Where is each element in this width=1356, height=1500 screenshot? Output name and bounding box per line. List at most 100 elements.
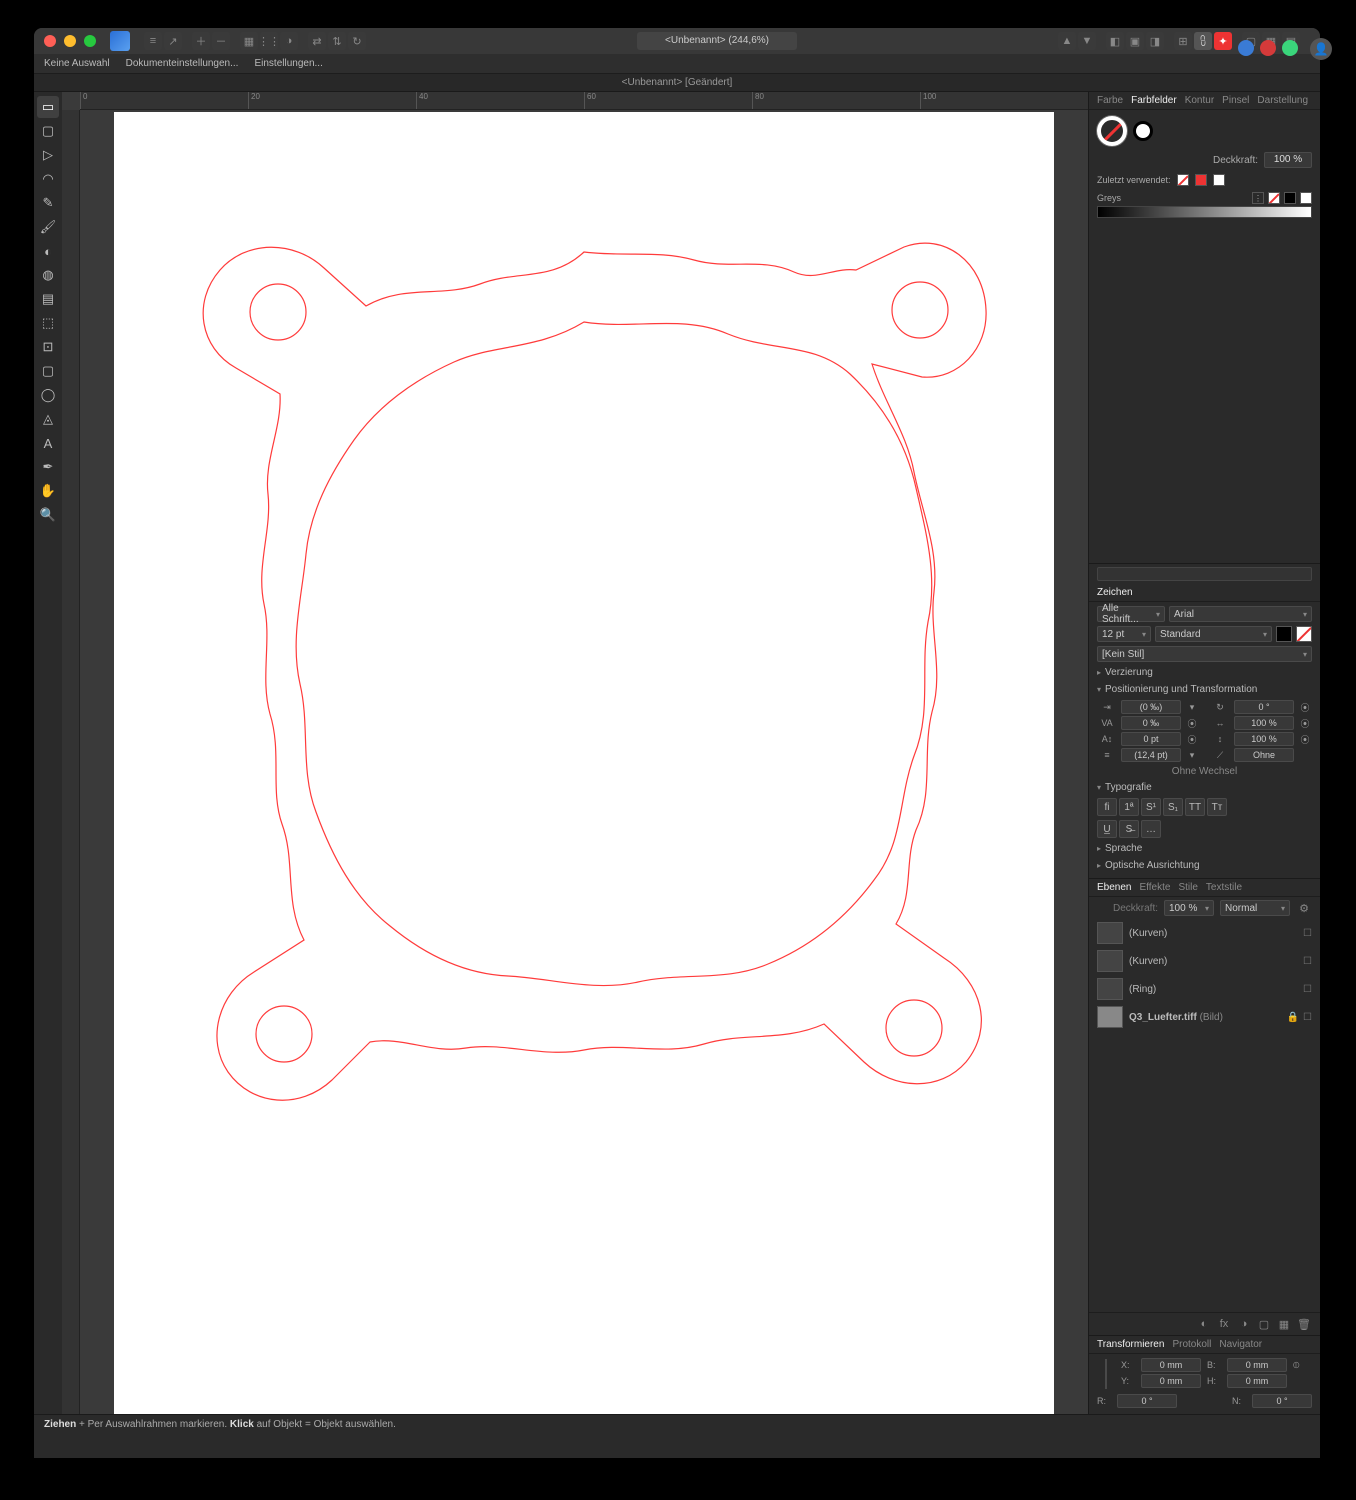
smallcaps-button[interactable]: Tᴛ: [1207, 798, 1227, 816]
polygon-tool-icon[interactable]: ◬: [37, 408, 59, 430]
file-menu-icon[interactable]: ≡: [144, 32, 162, 50]
font-family-select[interactable]: Arial: [1169, 606, 1312, 622]
tab-farbe[interactable]: Farbe: [1097, 95, 1123, 106]
distribute-icon[interactable]: ⋮⋮: [260, 32, 278, 50]
cloud-ok-icon[interactable]: [1282, 40, 1298, 56]
superscript-button[interactable]: S¹: [1141, 798, 1161, 816]
text-tool-icon[interactable]: A: [37, 432, 59, 454]
mask-icon[interactable]: ◐: [1196, 1316, 1212, 1332]
node-tool-icon[interactable]: ▷: [37, 144, 59, 166]
ligature-button[interactable]: fi: [1097, 798, 1117, 816]
layer-opacity-field[interactable]: 100 %: [1164, 900, 1214, 916]
swatch-none-global[interactable]: [1268, 192, 1280, 204]
kerning-field[interactable]: 0 ‰: [1121, 716, 1181, 730]
context-doc-settings[interactable]: Dokumenteinstellungen...: [126, 58, 239, 69]
cloud-icon[interactable]: [1238, 40, 1254, 56]
align-right-icon[interactable]: ◨: [1146, 32, 1164, 50]
tab-effekte[interactable]: Effekte: [1139, 882, 1170, 893]
move-tool-icon[interactable]: ▭: [37, 96, 59, 118]
corner-tool-icon[interactable]: ◠: [37, 168, 59, 190]
layer-row[interactable]: (Ring) ☐: [1089, 975, 1320, 1003]
maximize-icon[interactable]: [84, 35, 96, 47]
delete-layer-icon[interactable]: 🗑: [1296, 1316, 1312, 1332]
hscale-field[interactable]: 100 %: [1234, 716, 1294, 730]
rotate-field[interactable]: 0 °: [1234, 700, 1294, 714]
text-bg-well[interactable]: [1296, 626, 1312, 642]
tracking-field[interactable]: (0 ‰): [1121, 700, 1181, 714]
rotate-icon[interactable]: ↻: [348, 32, 366, 50]
context-preferences[interactable]: Einstellungen...: [254, 58, 322, 69]
fill-color-well[interactable]: [1097, 116, 1127, 146]
transparency-tool-icon[interactable]: ▤: [37, 288, 59, 310]
subscript-button[interactable]: S₁: [1163, 798, 1183, 816]
x-field[interactable]: 0 mm: [1141, 1358, 1201, 1372]
document-title[interactable]: <Unbenannt> (244,6%): [637, 32, 797, 50]
place-tool-icon[interactable]: ⬚: [37, 312, 59, 334]
add-icon[interactable]: ＋: [192, 32, 210, 50]
snap-icon[interactable]: ⊞: [1174, 32, 1192, 50]
font-style-select[interactable]: Standard: [1155, 626, 1272, 642]
visibility-icon[interactable]: ☐: [1303, 928, 1312, 939]
snap-settings-icon[interactable]: ✦: [1214, 32, 1232, 50]
vscale-field[interactable]: 100 %: [1234, 732, 1294, 746]
shear-field[interactable]: Ohne: [1234, 748, 1294, 762]
recent-swatch-white[interactable]: [1213, 174, 1225, 186]
visibility-icon[interactable]: ☐: [1303, 1012, 1312, 1023]
layer-row[interactable]: (Kurven) ☐: [1089, 919, 1320, 947]
visibility-icon[interactable]: ☐: [1303, 984, 1312, 995]
pencil-tool-icon[interactable]: ✎: [37, 192, 59, 214]
font-filter[interactable]: Alle Schrift...: [1097, 606, 1165, 622]
section-language[interactable]: Sprache: [1089, 840, 1320, 857]
recent-swatch-red[interactable]: [1195, 174, 1207, 186]
document-tab[interactable]: <Unbenannt> [Geändert]: [42, 77, 1312, 88]
font-size-field[interactable]: 12 pt: [1097, 626, 1151, 642]
minimize-icon[interactable]: [64, 35, 76, 47]
ordinal-button[interactable]: 1ª: [1119, 798, 1139, 816]
artboard-tool-icon[interactable]: ▢: [37, 120, 59, 142]
w-field[interactable]: 0 mm: [1227, 1358, 1287, 1372]
tab-navigator[interactable]: Navigator: [1219, 1339, 1262, 1350]
text-style-select[interactable]: [Kein Stil]: [1097, 646, 1312, 662]
order-front-icon[interactable]: ▲: [1058, 32, 1076, 50]
tab-kontur[interactable]: Kontur: [1185, 95, 1214, 106]
visibility-icon[interactable]: ☐: [1303, 956, 1312, 967]
tab-protokoll[interactable]: Protokoll: [1172, 1339, 1211, 1350]
swatch-black-global[interactable]: [1284, 192, 1296, 204]
pen-tool-icon[interactable]: ✒: [37, 456, 59, 478]
layer-row[interactable]: Q3_Luefter.tiff (Bild) 🔒☐: [1089, 1003, 1320, 1031]
recent-swatch-none[interactable]: [1177, 174, 1189, 186]
close-icon[interactable]: [44, 35, 56, 47]
share-icon[interactable]: ↗: [164, 32, 182, 50]
underline-button[interactable]: U̲: [1097, 820, 1117, 838]
section-typography[interactable]: Typografie: [1089, 779, 1320, 796]
tab-pinsel[interactable]: Pinsel: [1222, 95, 1249, 106]
text-color-well[interactable]: [1276, 626, 1292, 642]
tab-transformieren[interactable]: Transformieren: [1097, 1339, 1164, 1350]
fill-tool-icon[interactable]: ◐: [37, 240, 59, 262]
zoom-tool-icon[interactable]: 🔍: [37, 504, 59, 526]
search-input[interactable]: [1097, 567, 1312, 581]
magnet-icon[interactable]: ⩉: [1194, 32, 1212, 50]
r-field[interactable]: 0 °: [1117, 1394, 1177, 1408]
tab-stile[interactable]: Stile: [1178, 882, 1197, 893]
hand-tool-icon[interactable]: ✋: [37, 480, 59, 502]
align-center-icon[interactable]: ▣: [1126, 32, 1144, 50]
tab-farbfelder[interactable]: Farbfelder: [1131, 95, 1177, 106]
opacity-field[interactable]: 100 %: [1264, 152, 1312, 168]
order-back-icon[interactable]: ▼: [1078, 32, 1096, 50]
stroke-color-well[interactable]: [1133, 121, 1153, 141]
remove-icon[interactable]: －: [212, 32, 230, 50]
more-typo-button[interactable]: …: [1141, 820, 1161, 838]
y-field[interactable]: 0 mm: [1141, 1374, 1201, 1388]
strike-button[interactable]: S̶: [1119, 820, 1139, 838]
viewport[interactable]: [80, 110, 1088, 1414]
section-positioning[interactable]: Positionierung und Transformation: [1089, 681, 1320, 698]
lock-icon[interactable]: 🔒: [1287, 1012, 1299, 1023]
tab-ebenen[interactable]: Ebenen: [1097, 882, 1131, 893]
tab-zeichen[interactable]: Zeichen: [1097, 587, 1133, 598]
anchor-selector[interactable]: [1105, 1359, 1107, 1389]
add-layer-icon[interactable]: ▢: [1256, 1316, 1272, 1332]
fx-icon[interactable]: fx: [1216, 1316, 1232, 1332]
leading-field[interactable]: (12,4 pt): [1121, 748, 1181, 762]
blend-mode-select[interactable]: Normal: [1220, 900, 1290, 916]
